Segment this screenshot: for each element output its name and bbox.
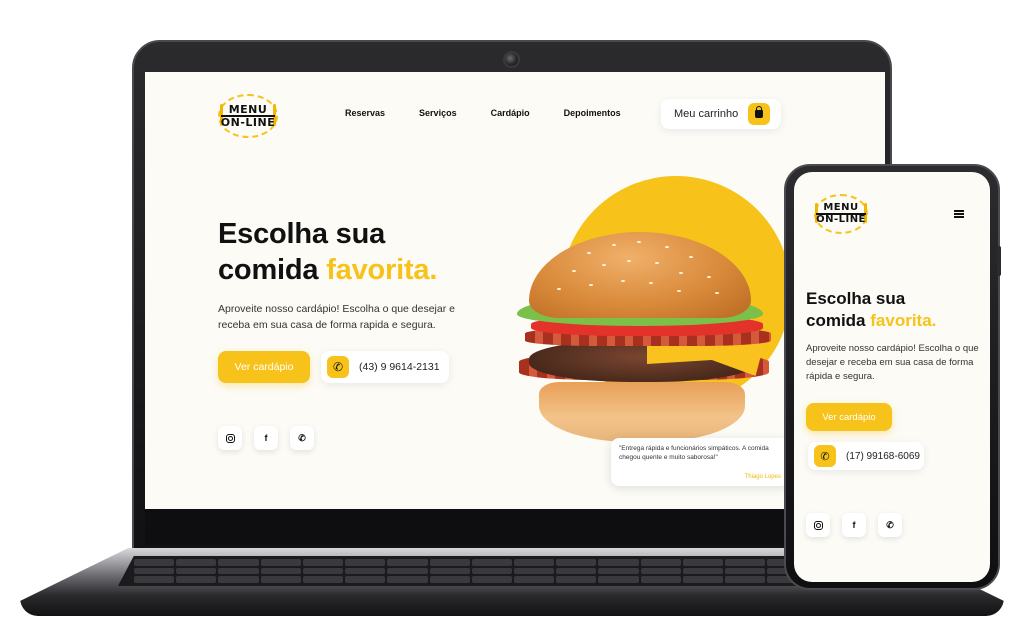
- hero-title-accent: favorita.: [326, 254, 438, 286]
- nav-depoimentos[interactable]: Depoimentos: [564, 108, 621, 118]
- mobile-hero-title: Escolha sua comida favorita.: [806, 288, 936, 332]
- hero-title: Escolha sua comida favorita.: [218, 216, 437, 288]
- testimonial-card: "Entrega rápida e funcionários simpático…: [611, 438, 789, 486]
- mobile-brand-logo[interactable]: MENU ON-LINE: [814, 194, 868, 234]
- logo-line-1: MENU: [228, 103, 268, 116]
- nav-cardapio[interactable]: Cardápio: [491, 108, 530, 118]
- phone-number: (17) 99168-6069: [846, 450, 920, 462]
- laptop-bezel: [145, 509, 885, 545]
- whatsapp-icon[interactable]: ✆: [290, 426, 314, 450]
- mobile-hero-text: Aproveite nosso cardápio! Escolha o que …: [806, 343, 979, 382]
- device-mockup: MENU ON-LINE Reservas Serviços Cardápio …: [0, 0, 1024, 621]
- hero-title-line-1: Escolha sua: [218, 218, 386, 250]
- hamburger-menu-icon[interactable]: [954, 210, 964, 218]
- nav-reservas[interactable]: Reservas: [345, 108, 385, 118]
- main-nav: Reservas Serviços Cardápio Depoimentos: [345, 108, 621, 118]
- phone-number: (43) 9 9614-2131: [359, 361, 440, 373]
- phone-icon: ✆: [814, 445, 836, 467]
- phone-side-button: [997, 246, 1001, 276]
- instagram-icon[interactable]: [806, 513, 830, 537]
- camera-icon: [503, 51, 520, 68]
- hero-title-accent: favorita.: [870, 311, 937, 330]
- ver-cardapio-button[interactable]: Ver cardápio: [218, 351, 310, 383]
- facebook-icon[interactable]: f: [254, 426, 278, 450]
- hero-text: Aproveite nosso cardápio! Escolha o que …: [218, 303, 455, 331]
- whatsapp-icon[interactable]: ✆: [878, 513, 902, 537]
- desktop-website: MENU ON-LINE Reservas Serviços Cardápio …: [145, 72, 885, 509]
- shopping-bag-icon: [748, 103, 771, 125]
- testimonial-quote: "Entrega rápida e funcionários simpático…: [619, 445, 769, 461]
- logo-line-1: MENU: [823, 202, 859, 213]
- hero-title-line-2: comida: [806, 311, 866, 330]
- mobile-ver-cardapio-button[interactable]: Ver cardápio: [806, 403, 892, 431]
- instagram-icon[interactable]: [218, 426, 242, 450]
- burger-image: [517, 232, 777, 447]
- testimonial-author: Thiago Lopes: [744, 474, 781, 480]
- logo-line-2: ON-LINE: [220, 115, 276, 129]
- phone-contact[interactable]: ✆ (43) 9 9614-2131: [321, 351, 449, 383]
- facebook-icon[interactable]: f: [842, 513, 866, 537]
- mobile-website: MENU ON-LINE Escolha sua comida favorita…: [794, 172, 990, 582]
- brand-logo[interactable]: MENU ON-LINE: [218, 94, 278, 138]
- mobile-social-links: f ✆: [806, 513, 902, 537]
- phone-icon: ✆: [327, 356, 349, 378]
- cart-label: Meu carrinho: [674, 108, 739, 120]
- hero-title-line-1: Escolha sua: [806, 289, 906, 308]
- mobile-phone-contact[interactable]: ✆ (17) 99168-6069: [808, 442, 924, 470]
- social-links: f ✆: [218, 426, 314, 450]
- cart-button[interactable]: Meu carrinho: [661, 99, 781, 129]
- hero-title-line-2: comida: [218, 254, 319, 286]
- nav-servicos[interactable]: Serviços: [419, 108, 457, 118]
- logo-line-2: ON-LINE: [816, 213, 866, 225]
